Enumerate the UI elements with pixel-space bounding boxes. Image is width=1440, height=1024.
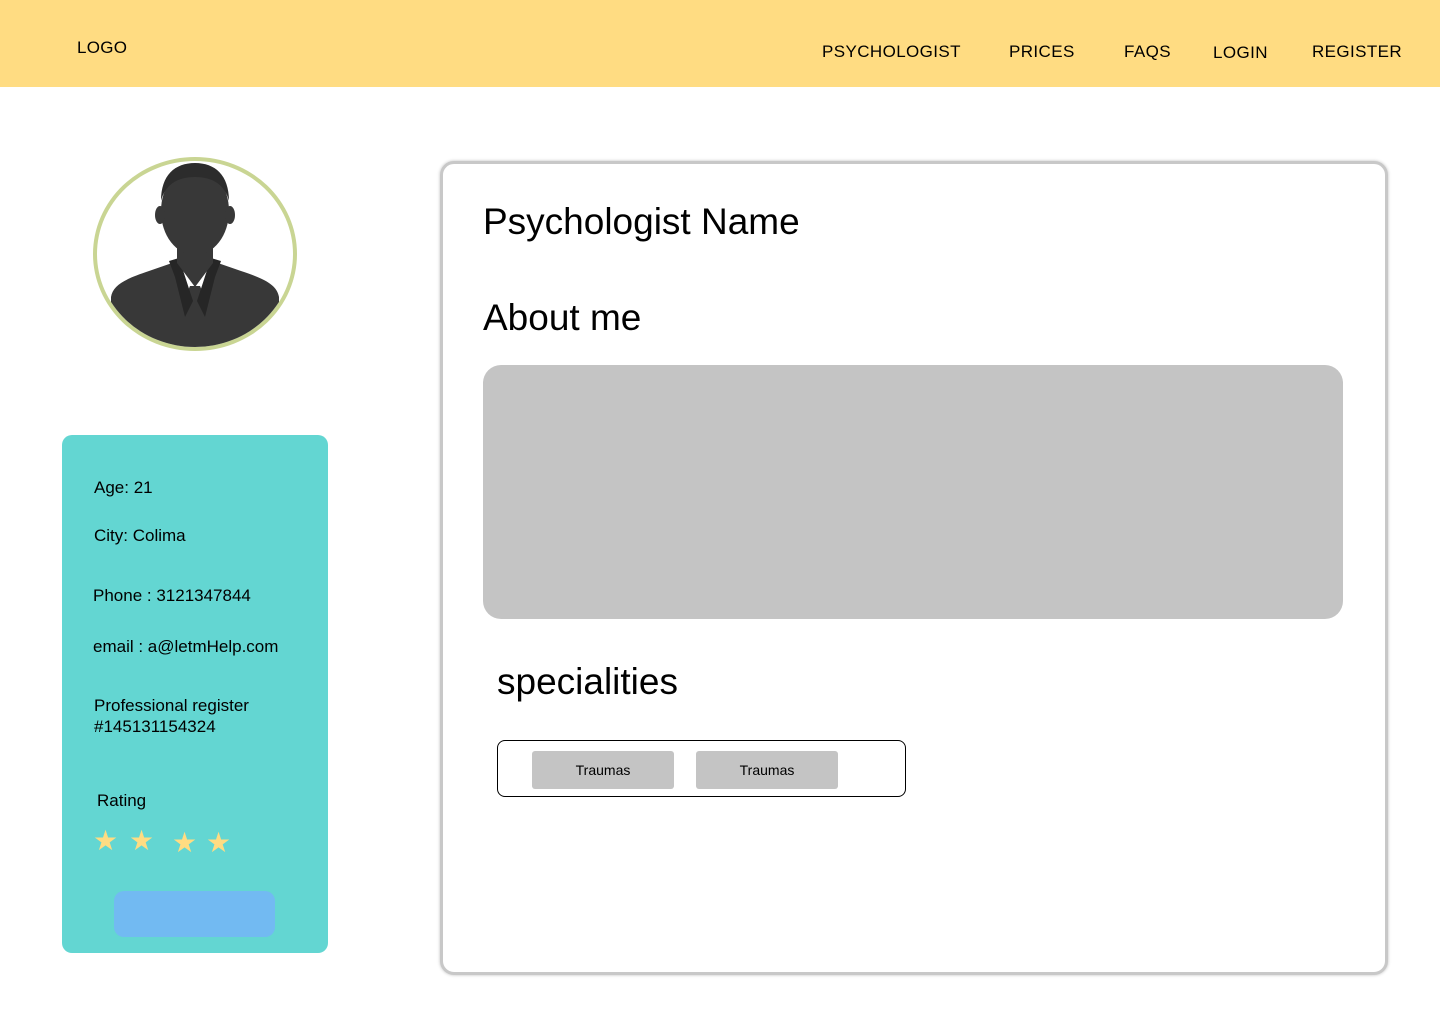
nav-faqs[interactable]: FAQS <box>1124 42 1171 62</box>
email-text: email : a@letmHelp.com <box>93 637 279 656</box>
avatar <box>93 157 297 351</box>
rating-label: Rating <box>97 791 147 810</box>
star-icon: ★ <box>93 824 119 857</box>
professional-register-label: Professional register <box>94 696 249 715</box>
nav-psychologist[interactable]: PSYCHOLOGIST <box>822 42 961 62</box>
profile-info-card <box>62 435 328 953</box>
star-icon: ★ <box>172 826 198 859</box>
speciality-tag[interactable]: Traumas <box>696 751 838 789</box>
nav-login[interactable]: LOGIN <box>1213 43 1268 63</box>
psychologist-name: Psychologist Name <box>483 201 800 242</box>
star-icon: ★ <box>129 824 155 857</box>
logo[interactable]: LOGO <box>77 38 127 58</box>
speciality-tag[interactable]: Traumas <box>532 751 674 789</box>
nav-prices[interactable]: PRICES <box>1009 42 1075 62</box>
about-me-text-box <box>483 365 1343 619</box>
about-me-heading: About me <box>483 297 642 338</box>
contact-button[interactable] <box>114 891 275 937</box>
top-header: LOGO PSYCHOLOGIST PRICES FAQS LOGIN REGI… <box>0 0 1440 87</box>
city-text: City: Colima <box>94 526 186 545</box>
user-silhouette-icon <box>111 163 279 347</box>
phone-text: Phone : 3121347844 <box>93 586 251 605</box>
specialities-heading: specialities <box>497 661 678 702</box>
rating-stars: ★ ★ ★ ★ <box>93 826 243 858</box>
age-text: Age: 21 <box>94 478 153 497</box>
nav-register[interactable]: REGISTER <box>1312 42 1402 62</box>
star-icon: ★ <box>206 826 232 859</box>
professional-register-number: #145131154324 <box>94 717 216 736</box>
